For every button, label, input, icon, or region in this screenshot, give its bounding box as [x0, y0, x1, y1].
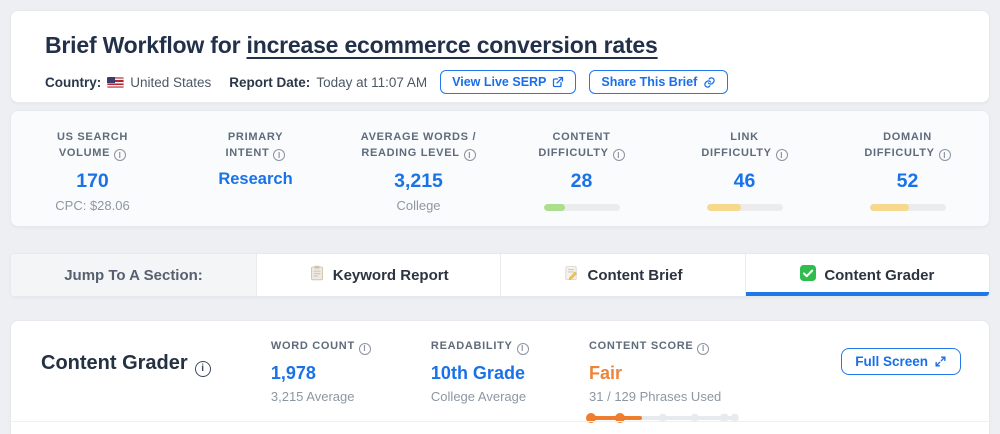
- primary-intent-value: Research: [218, 170, 293, 189]
- info-icon[interactable]: i: [358, 342, 371, 355]
- info-icon[interactable]: i: [938, 149, 951, 162]
- view-live-serp-label: View Live SERP: [452, 75, 547, 89]
- stat-us-search-volume: US Search Volume i 170 CPC: $28.06: [11, 130, 174, 226]
- keyword-stats-card: US Search Volume i 170 CPC: $28.06 Primar…: [10, 110, 990, 227]
- stat-average-words: Average Words / Reading Level i 3,215 Col…: [337, 130, 500, 226]
- link-difficulty-value: 46: [733, 170, 756, 193]
- info-icon[interactable]: i: [775, 149, 788, 162]
- info-icon[interactable]: i: [463, 149, 476, 162]
- tab-label: Content Grader: [824, 266, 935, 284]
- country-label: Country:: [45, 74, 102, 90]
- domain-difficulty-value: 52: [896, 170, 919, 193]
- stat-primary-intent: Primary Intent i Research: [174, 130, 337, 226]
- info-icon[interactable]: i: [697, 342, 710, 355]
- link-difficulty-bar: [706, 204, 783, 212]
- tab-content-brief[interactable]: Content Brief: [501, 254, 746, 296]
- content-grader-card: Content Grader i Word Count i 1,978 3,215 …: [10, 320, 990, 434]
- section-tab-bar: Jump To A Section: Keyword Report Conten…: [10, 253, 990, 297]
- green-check-icon: [800, 265, 817, 285]
- content-difficulty-value: 28: [570, 170, 593, 193]
- page-title: Brief Workflow for increase ecommerce co…: [45, 32, 955, 59]
- stat-link-difficulty: Link Difficulty i 46: [663, 130, 826, 226]
- info-icon[interactable]: i: [114, 149, 127, 162]
- divider: [11, 421, 989, 422]
- stat-domain-difficulty: Domain Difficulty i 52: [826, 130, 989, 226]
- view-live-serp-button[interactable]: View Live SERP: [440, 70, 577, 94]
- stat-content-difficulty: Content Difficulty i 28: [500, 130, 663, 226]
- share-brief-button[interactable]: Share This Brief: [589, 70, 729, 94]
- active-tab-indicator: [745, 292, 989, 296]
- header-card: Brief Workflow for increase ecommerce co…: [10, 10, 990, 103]
- tab-keyword-report[interactable]: Keyword Report: [257, 254, 502, 296]
- tab-label: Keyword Report: [332, 266, 449, 284]
- domain-difficulty-bar: [869, 204, 946, 212]
- report-date-label: Report Date:: [229, 74, 311, 90]
- report-date-value: Today at 11:07 AM: [316, 74, 428, 90]
- page-title-prefix: Brief Workflow for: [45, 32, 241, 58]
- share-brief-label: Share This Brief: [601, 75, 698, 89]
- readability-value: 10th Grade: [430, 362, 525, 383]
- info-icon[interactable]: i: [612, 149, 625, 162]
- grader-content-score: Content Score i Fair 31 / 129 Phrases Use…: [585, 339, 841, 434]
- link-icon: [703, 76, 716, 89]
- tab-label: Content Brief: [587, 266, 683, 284]
- target-keyword-link[interactable]: increase ecommerce conversion rates: [247, 32, 658, 58]
- us-flag-icon: [107, 76, 125, 88]
- search-volume-value: 170: [76, 170, 109, 193]
- full-screen-label: Full Screen: [855, 354, 928, 369]
- report-meta-row: Country: United States Report Date: Toda…: [45, 70, 955, 94]
- info-icon[interactable]: i: [194, 360, 211, 377]
- memo-icon: [563, 265, 579, 285]
- tab-content-grader[interactable]: Content Grader: [745, 254, 989, 296]
- cpc-value: CPC: $28.06: [55, 198, 130, 214]
- info-icon[interactable]: i: [273, 149, 286, 162]
- grader-readability: Readability i 10th Grade College Average: [431, 339, 589, 434]
- readability-average: College Average: [430, 388, 527, 404]
- phrases-used-value: 31 / 129 Phrases Used: [589, 388, 722, 404]
- reading-level-value: College: [396, 198, 441, 214]
- word-count-average: 3,215 Average: [270, 388, 355, 404]
- external-link-icon: [552, 76, 564, 88]
- content-score-value: Fair: [589, 362, 623, 383]
- jump-to-section-label: Jump To A Section:: [11, 254, 257, 296]
- expand-icon: [934, 355, 947, 368]
- full-screen-button[interactable]: Full Screen: [841, 348, 961, 375]
- average-words-value: 3,215: [394, 170, 443, 193]
- word-count-value: 1,978: [270, 362, 316, 383]
- clipboard-icon: [309, 265, 325, 285]
- content-difficulty-bar: [543, 204, 620, 212]
- info-icon[interactable]: i: [516, 342, 529, 355]
- country-value: United States: [130, 74, 212, 90]
- grader-word-count: Word Count i 1,978 3,215 Average: [271, 339, 431, 434]
